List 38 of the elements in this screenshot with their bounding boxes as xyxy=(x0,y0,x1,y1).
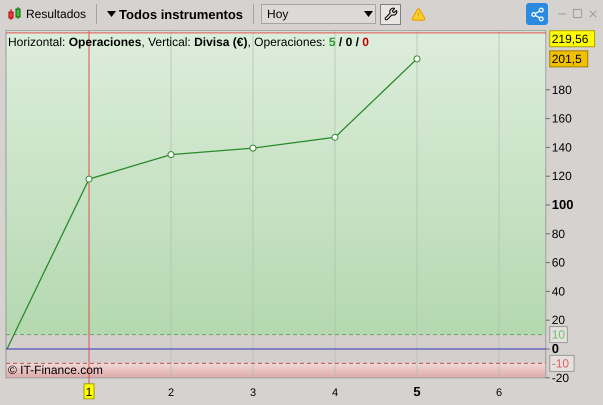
wrench-button[interactable] xyxy=(380,4,402,24)
y-axis-label: 0 xyxy=(552,341,559,356)
data-point xyxy=(332,134,338,141)
data-point xyxy=(168,151,174,158)
y-axis-label: 180 xyxy=(552,82,572,97)
period-select[interactable]: Hoy xyxy=(261,4,376,24)
x-axis-label: 1 xyxy=(84,383,94,400)
price-badge: -10 xyxy=(549,354,575,372)
x-axis-label: 6 xyxy=(496,386,502,399)
caret-icon xyxy=(364,11,374,17)
maximize-icon[interactable] xyxy=(572,8,583,19)
close-icon[interactable] xyxy=(587,8,599,20)
warning-icon[interactable] xyxy=(411,6,426,22)
price-badge: 219,56 xyxy=(549,30,596,48)
y-axis-label: 160 xyxy=(552,112,572,126)
results-button[interactable]: Resultados xyxy=(4,4,90,24)
x-axis-label: 5 xyxy=(413,384,421,399)
y-axis-label: 40 xyxy=(552,284,566,298)
y-axis-label: 80 xyxy=(552,226,566,241)
x-axis-label: 4 xyxy=(332,386,338,399)
y-axis-label: 100 xyxy=(552,197,574,212)
price-badge: 201,5 xyxy=(549,50,588,68)
instruments-dropdown[interactable]: Todos instrumentos xyxy=(104,4,246,24)
y-axis-label: 140 xyxy=(552,140,572,154)
price-badge: 10 xyxy=(549,326,568,344)
data-point xyxy=(414,55,420,62)
share-button[interactable] xyxy=(526,3,548,25)
y-axis-label: 120 xyxy=(552,169,572,184)
x-axis-label: 2 xyxy=(168,386,174,399)
y-axis-label: 60 xyxy=(552,256,566,270)
x-axis-label: 3 xyxy=(250,386,256,399)
candlestick-icon xyxy=(7,6,23,22)
data-point xyxy=(250,144,256,152)
caret-icon xyxy=(107,11,116,17)
y-axis-label: 20 xyxy=(552,313,566,328)
copyright-text: © IT-Finance.com xyxy=(8,362,103,377)
y-axis-label: -20 xyxy=(552,370,570,385)
data-point xyxy=(86,176,92,183)
